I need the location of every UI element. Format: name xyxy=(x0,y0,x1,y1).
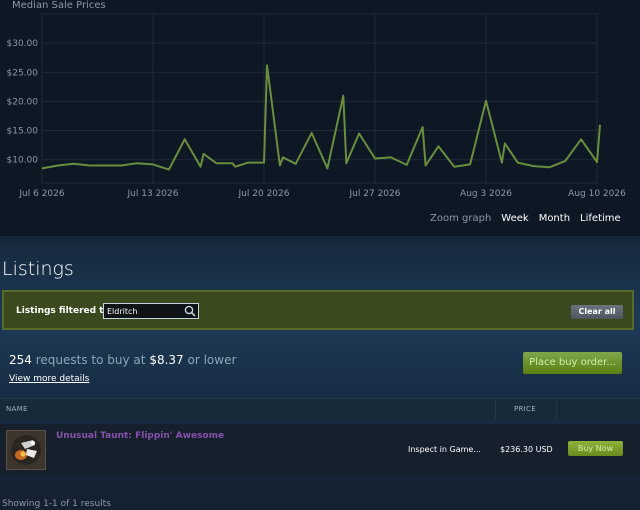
view-more-details-link[interactable]: View more details xyxy=(9,374,89,384)
buy-orders-panel: 254 requests to buy at $8.37 or lower Vi… xyxy=(0,343,640,395)
y-tick-label: $10.00 xyxy=(7,156,39,166)
column-divider xyxy=(495,399,496,419)
zoom-lifetime-button[interactable]: Lifetime xyxy=(580,213,621,224)
buy-now-button[interactable]: Buy Now xyxy=(568,441,623,456)
price-history-chart: Median Sale Prices $30.00 $25.00 $20.00 $15… xyxy=(0,0,640,236)
buy-orders-price: $8.37 xyxy=(149,353,184,367)
y-axis-ticks: $30.00 $25.00 $20.00 $15.00 $10.00 xyxy=(7,39,39,166)
item-name-link[interactable]: Unusual Taunt: Flippin' Awesome xyxy=(56,431,224,441)
place-buy-order-button[interactable]: Place buy order... xyxy=(523,352,622,374)
y-tick-label: $30.00 xyxy=(7,39,39,49)
filter-label: Listings filtered to: xyxy=(16,306,114,316)
taunt-item-icon xyxy=(11,435,41,465)
filter-input-container xyxy=(103,303,199,319)
inspect-in-game-link[interactable]: Inspect in Game... xyxy=(408,445,481,454)
x-tick-label: Aug 3 2026 xyxy=(460,189,512,199)
price-line xyxy=(41,64,601,171)
x-axis-ticks: Jul 6 2026 Jul 13 2026 Jul 20 2026 Jul 27 2… xyxy=(18,189,626,199)
buy-orders-summary: 254 requests to buy at $8.37 or lower xyxy=(9,353,236,367)
series-line xyxy=(41,64,601,171)
y-tick-label: $25.00 xyxy=(7,68,39,78)
results-count: Showing 1-1 of 1 results xyxy=(2,499,111,509)
listings-table-header: NAME PRICE xyxy=(0,398,640,419)
zoom-week-button[interactable]: Week xyxy=(501,213,528,224)
item-price: $236.30 USD xyxy=(500,445,553,454)
clear-all-button[interactable]: Clear all xyxy=(571,305,623,319)
zoom-label: Zoom graph xyxy=(430,213,492,224)
item-thumbnail[interactable] xyxy=(6,430,46,470)
column-header-name: NAME xyxy=(6,405,28,413)
buy-orders-text: requests to buy at xyxy=(35,353,146,367)
x-tick-label: Jul 27 2026 xyxy=(349,189,401,199)
listings-heading: Listings xyxy=(2,258,74,280)
y-tick-label: $15.00 xyxy=(7,127,39,137)
zoom-controls: Zoom graph Week Month Lifetime xyxy=(430,213,621,224)
zoom-month-button[interactable]: Month xyxy=(539,213,570,224)
x-tick-label: Jul 6 2026 xyxy=(18,189,64,199)
column-header-price: PRICE xyxy=(514,405,536,413)
filter-bar: Listings filtered to: Clear all xyxy=(2,290,634,330)
search-icon[interactable] xyxy=(184,305,196,317)
x-tick-label: Jul 13 2026 xyxy=(127,189,179,199)
column-divider xyxy=(556,399,557,419)
filter-input[interactable] xyxy=(107,305,179,317)
x-tick-label: Aug 10 2026 xyxy=(568,189,626,199)
buy-orders-text-end: or lower xyxy=(187,353,237,367)
price-chart-svg: $30.00 $25.00 $20.00 $15.00 $10.00 Jul 6 202… xyxy=(7,13,626,199)
x-tick-label: Jul 20 2026 xyxy=(238,189,290,199)
table-row: Unusual Taunt: Flippin' Awesome Inspect … xyxy=(0,424,640,476)
buy-orders-count: 254 xyxy=(9,353,32,367)
y-tick-label: $20.00 xyxy=(7,97,39,107)
